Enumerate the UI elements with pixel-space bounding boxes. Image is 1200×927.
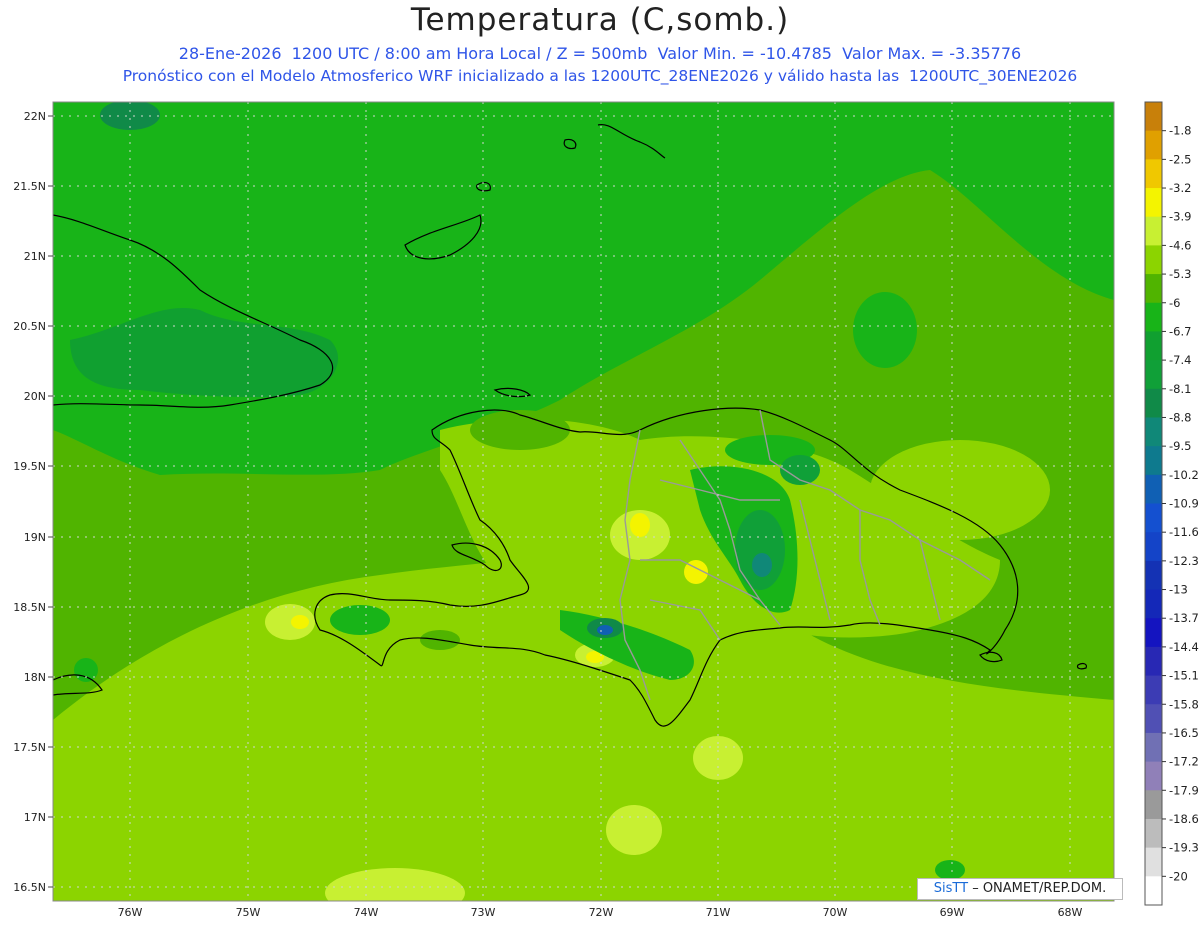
lat-label: 20N	[24, 390, 46, 403]
colorbar-label: -3.9	[1169, 210, 1191, 224]
colorbar-swatch	[1145, 618, 1162, 648]
colorbar-label: -7.4	[1169, 353, 1191, 367]
colorbar-label: -2.5	[1169, 152, 1191, 166]
colorbar-label: -16.5	[1169, 726, 1199, 740]
colorbar-label: -17.9	[1169, 783, 1199, 797]
colorbar-swatch	[1145, 503, 1162, 533]
lat-label: 16.5N	[13, 881, 46, 894]
colorbar-label: -5.3	[1169, 267, 1191, 281]
colorbar-label: -14.4	[1169, 640, 1199, 654]
lat-ticks	[48, 115, 53, 888]
credit-brand: SisTT	[933, 881, 969, 896]
colorbar-swatch	[1145, 818, 1162, 849]
colorbar-swatch	[1145, 388, 1162, 418]
colorbar-swatch	[1145, 446, 1162, 476]
colorbar: -1.8 -2.5 -3.2 -3.9 -4.6 -5.3 -6 -6.7 -7.4 -8.1 -8…	[1144, 101, 1199, 906]
colorbar-swatch	[1145, 130, 1162, 160]
colorbar-label: -12.3	[1169, 554, 1199, 568]
colorbar-label: -20	[1169, 869, 1188, 883]
lon-label: 71W	[706, 906, 731, 919]
colorbar-swatch	[1145, 790, 1162, 820]
colorbar-label: -8.8	[1169, 410, 1191, 424]
colorbar-swatch	[1145, 474, 1162, 504]
colorbar-swatch	[1145, 216, 1162, 246]
lon-label: 76W	[118, 906, 143, 919]
lat-label: 19.5N	[13, 460, 46, 473]
colorbar-label: -8.1	[1169, 382, 1191, 396]
lat-label: 18.5N	[13, 601, 46, 614]
colorbar-swatch	[1145, 646, 1162, 677]
colorbar-label: -3.2	[1169, 181, 1191, 195]
colorbar-label: -9.5	[1169, 439, 1191, 453]
colorbar-swatch	[1145, 732, 1162, 763]
colorbar-label: -1.8	[1169, 124, 1191, 138]
colorbar-swatch	[1145, 360, 1162, 390]
colorbar-swatch	[1145, 331, 1162, 361]
lat-label: 21N	[24, 250, 46, 263]
lat-label: 18N	[24, 671, 46, 684]
colorbar-swatch	[1145, 302, 1162, 332]
colorbar-label: -6.7	[1169, 324, 1191, 338]
colorbar-label: -15.1	[1169, 669, 1199, 683]
colorbar-label: -13.7	[1169, 611, 1199, 625]
credit-box: SisTT – ONAMET/REP.DOM.	[917, 878, 1123, 900]
colorbar-swatch	[1145, 188, 1162, 218]
colorbar-label: -6	[1169, 296, 1180, 310]
colorbar-swatch	[1145, 417, 1162, 447]
colorbar-swatch	[1145, 704, 1162, 734]
colorbar-label: -19.3	[1169, 841, 1199, 855]
lon-label: 73W	[471, 906, 496, 919]
colorbar-label: -10.9	[1169, 497, 1199, 511]
colorbar-swatch	[1145, 245, 1162, 275]
lon-label: 70W	[823, 906, 848, 919]
colorbar-swatch	[1145, 876, 1162, 906]
lat-label: 20.5N	[13, 320, 46, 333]
lon-label: 69W	[940, 906, 965, 919]
lat-label: 22N	[24, 110, 46, 123]
lat-label: 17.5N	[13, 741, 46, 754]
colorbar-label: -17.2	[1169, 755, 1199, 769]
colorbar-label: -10.2	[1169, 468, 1199, 482]
temperature-map: 22N 21.5N 21N 20.5N 20N 19.5N 19N 18.5N …	[13, 101, 1199, 919]
colorbar-swatch	[1145, 675, 1162, 705]
colorbar-swatch	[1145, 532, 1162, 562]
colorbar-swatch	[1145, 589, 1162, 619]
lon-axis: 76W 75W 74W 73W 72W 71W 70W 69W 68W	[118, 906, 1083, 919]
lat-axis: 22N 21.5N 21N 20.5N 20N 19.5N 19N 18.5N …	[13, 110, 46, 894]
colorbar-swatch	[1145, 847, 1162, 877]
lat-label: 17N	[24, 811, 46, 824]
colorbar-swatch	[1145, 560, 1162, 591]
colorbar-swatch	[1145, 159, 1162, 189]
lon-label: 68W	[1058, 906, 1083, 919]
credit-text: – ONAMET/REP.DOM.	[968, 881, 1107, 896]
colorbar-swatch	[1145, 761, 1162, 791]
colorbar-label: -18.6	[1169, 812, 1199, 826]
colorbar-label: -13	[1169, 583, 1188, 597]
lon-label: 75W	[236, 906, 261, 919]
lat-label: 19N	[24, 531, 46, 544]
colorbar-label: -4.6	[1169, 238, 1191, 252]
lat-label: 21.5N	[13, 180, 46, 193]
colorbar-label: -11.6	[1169, 525, 1199, 539]
colorbar-swatch	[1145, 102, 1162, 132]
colorbar-swatch	[1145, 274, 1162, 304]
lon-label: 72W	[589, 906, 614, 919]
lon-label: 74W	[354, 906, 379, 919]
colorbar-label: -15.8	[1169, 697, 1199, 711]
